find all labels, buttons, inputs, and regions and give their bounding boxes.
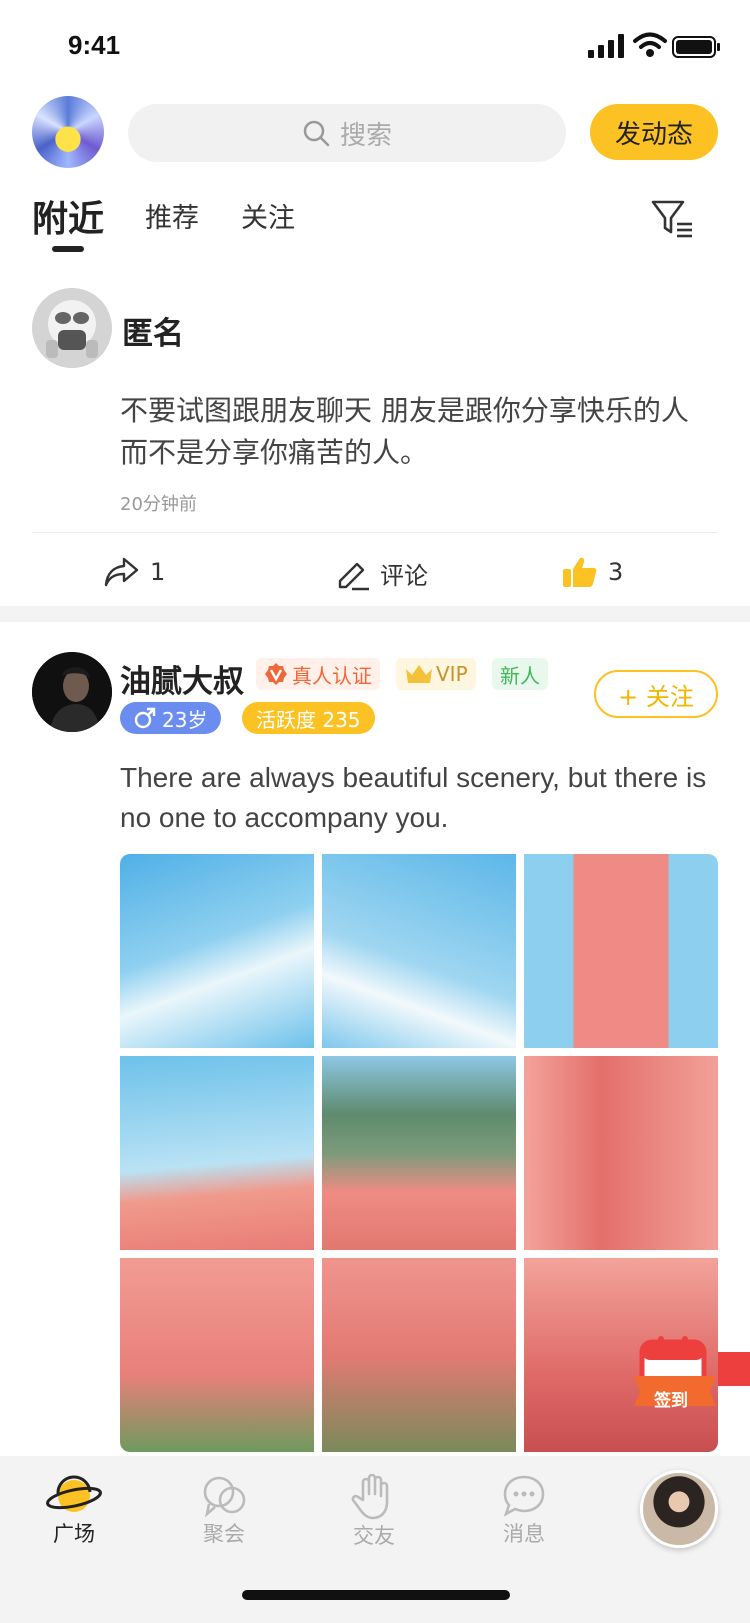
post-content: There are always beautiful scenery, but … bbox=[120, 762, 707, 833]
like-button[interactable]: 3 bbox=[562, 556, 623, 588]
share-icon bbox=[104, 557, 139, 587]
male-icon bbox=[134, 707, 156, 729]
photo-thumbnail[interactable] bbox=[120, 1258, 314, 1452]
like-count: 3 bbox=[608, 558, 624, 586]
anonymous-mask-icon bbox=[32, 288, 112, 368]
status-time: 9:41 bbox=[68, 30, 121, 60]
verified-icon bbox=[265, 663, 287, 685]
photo-thumbnail[interactable] bbox=[322, 854, 516, 1048]
photo-thumbnail[interactable] bbox=[524, 1056, 718, 1250]
nav-label: 广场 bbox=[53, 1522, 95, 1546]
planet-icon bbox=[46, 1475, 102, 1512]
photo-thumbnail[interactable] bbox=[322, 1258, 516, 1452]
post-timestamp: 20分钟前 bbox=[120, 494, 197, 515]
photo-thumbnail[interactable] bbox=[120, 1056, 314, 1250]
divider bbox=[32, 532, 718, 533]
verified-label: 真人认证 bbox=[292, 663, 372, 688]
signin-tab[interactable] bbox=[718, 1352, 750, 1386]
post-button[interactable]: 发动态 bbox=[590, 104, 718, 160]
user-avatar[interactable] bbox=[32, 652, 112, 732]
post-author-name[interactable]: 匿名 bbox=[122, 308, 184, 353]
anonymous-avatar[interactable] bbox=[32, 288, 112, 368]
profile-avatar[interactable] bbox=[640, 1470, 718, 1548]
search-icon bbox=[303, 120, 330, 147]
post-author-name[interactable]: 油腻大叔 bbox=[120, 656, 244, 701]
share-button[interactable]: 1 bbox=[104, 556, 165, 588]
comment-label: 评论 bbox=[380, 562, 428, 590]
battery-icon bbox=[672, 36, 720, 58]
thumbs-up-icon bbox=[563, 557, 597, 587]
new-user-badge: 新人 bbox=[492, 658, 548, 690]
nav-label: 聚会 bbox=[203, 1522, 245, 1546]
post-separator bbox=[0, 606, 750, 622]
vip-label: VIP bbox=[436, 662, 468, 686]
follow-button[interactable]: + 关注 bbox=[594, 670, 718, 718]
nav-gathering[interactable]: 聚会 bbox=[174, 1474, 274, 1548]
nav-label: 消息 bbox=[503, 1522, 545, 1546]
tab-indicator bbox=[52, 246, 84, 252]
my-avatar[interactable] bbox=[32, 96, 104, 168]
bubbles-icon bbox=[203, 1476, 246, 1518]
signin-label: 签到 bbox=[654, 1391, 688, 1411]
verified-badge: 真人认证 bbox=[256, 658, 380, 690]
nav-messages[interactable]: 消息 bbox=[474, 1474, 574, 1548]
search-placeholder: 搜索 bbox=[339, 120, 392, 151]
tab-following[interactable]: 关注 bbox=[241, 196, 295, 235]
pen-icon bbox=[338, 562, 369, 590]
age-chip: 23岁 bbox=[120, 702, 222, 734]
filter-icon[interactable] bbox=[650, 198, 694, 242]
tab-nearby[interactable]: 附近 bbox=[32, 190, 104, 242]
nav-label: 交友 bbox=[353, 1524, 395, 1548]
search-input[interactable]: 搜索 bbox=[128, 104, 566, 162]
vip-badge: VIP bbox=[396, 658, 476, 690]
nav-friends[interactable]: 交友 bbox=[324, 1474, 424, 1550]
user-photo bbox=[32, 652, 112, 732]
home-indicator bbox=[242, 1590, 510, 1600]
chat-icon bbox=[503, 1475, 545, 1517]
photo-thumbnail[interactable] bbox=[524, 854, 718, 1048]
photo-grid bbox=[120, 854, 718, 1452]
post-content: 不要试图跟朋友聊天 朋友是跟你分享快乐的人 而不是分享你痛苦的人。 bbox=[120, 394, 689, 469]
age-label: 23岁 bbox=[162, 707, 208, 732]
signin-button[interactable]: 签到 bbox=[632, 1334, 718, 1420]
tab-recommend[interactable]: 推荐 bbox=[145, 196, 199, 235]
activity-chip: 活跃度 235 bbox=[242, 702, 375, 734]
hand-icon bbox=[351, 1474, 389, 1520]
nav-plaza[interactable]: 广场 bbox=[24, 1474, 124, 1548]
comment-button[interactable]: 评论 bbox=[336, 556, 428, 591]
photo-thumbnail[interactable] bbox=[120, 854, 314, 1048]
share-count: 1 bbox=[150, 558, 166, 586]
signal-icon bbox=[588, 34, 624, 58]
crown-icon bbox=[406, 665, 432, 683]
photo-thumbnail[interactable] bbox=[322, 1056, 516, 1250]
wifi-icon bbox=[633, 32, 667, 57]
